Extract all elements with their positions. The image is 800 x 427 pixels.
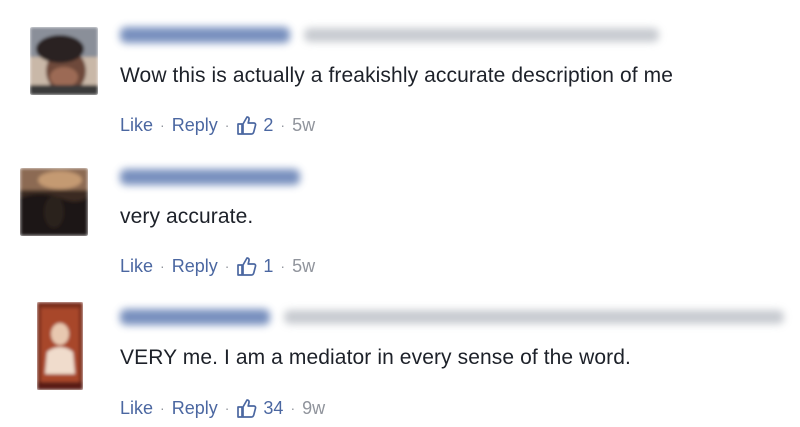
separator-dot: · (160, 400, 165, 416)
like-count[interactable]: 34 (263, 398, 283, 419)
comment-actions: Like · Reply · 34 · 9w (120, 397, 325, 419)
comment-actions: Like · Reply · 2 · 5w (120, 114, 315, 136)
author-name[interactable] (120, 309, 270, 325)
thumbs-up-icon[interactable] (236, 397, 258, 419)
separator-dot: · (280, 117, 286, 133)
thumbs-up-icon[interactable] (236, 114, 258, 136)
timestamp[interactable]: 9w (302, 398, 325, 419)
like-count[interactable]: 1 (263, 256, 273, 277)
avatar[interactable] (37, 302, 83, 390)
author-line (120, 306, 784, 328)
like-link[interactable]: Like (120, 115, 153, 136)
reply-link[interactable]: Reply (172, 256, 218, 277)
comment-actions: Like · Reply · 1 · 5w (120, 255, 315, 277)
separator-dot: · (160, 117, 165, 133)
like-link[interactable]: Like (120, 256, 153, 277)
reply-link[interactable]: Reply (172, 115, 218, 136)
separator-dot: · (160, 258, 165, 274)
author-name[interactable] (120, 169, 300, 185)
separator-dot: · (224, 117, 230, 133)
author-subtitle (304, 28, 659, 42)
thumbs-up-icon[interactable] (236, 255, 258, 277)
timestamp[interactable]: 5w (292, 256, 315, 277)
like-link[interactable]: Like (120, 398, 153, 419)
author-name[interactable] (120, 27, 290, 43)
author-line (120, 24, 659, 46)
avatar[interactable] (20, 168, 88, 236)
author-line (120, 166, 300, 188)
separator-dot: · (224, 258, 230, 274)
separator-dot: · (290, 400, 296, 416)
author-subtitle (284, 310, 784, 324)
timestamp[interactable]: 5w (292, 115, 315, 136)
avatar[interactable] (30, 27, 98, 95)
separator-dot: · (224, 400, 230, 416)
comment-text: very accurate. (120, 205, 254, 228)
reply-link[interactable]: Reply (172, 398, 218, 419)
comment-text: VERY me. I am a mediator in every sense … (120, 346, 631, 369)
comment-text: Wow this is actually a freakishly accura… (120, 64, 674, 87)
like-count[interactable]: 2 (263, 115, 273, 136)
separator-dot: · (280, 258, 286, 274)
